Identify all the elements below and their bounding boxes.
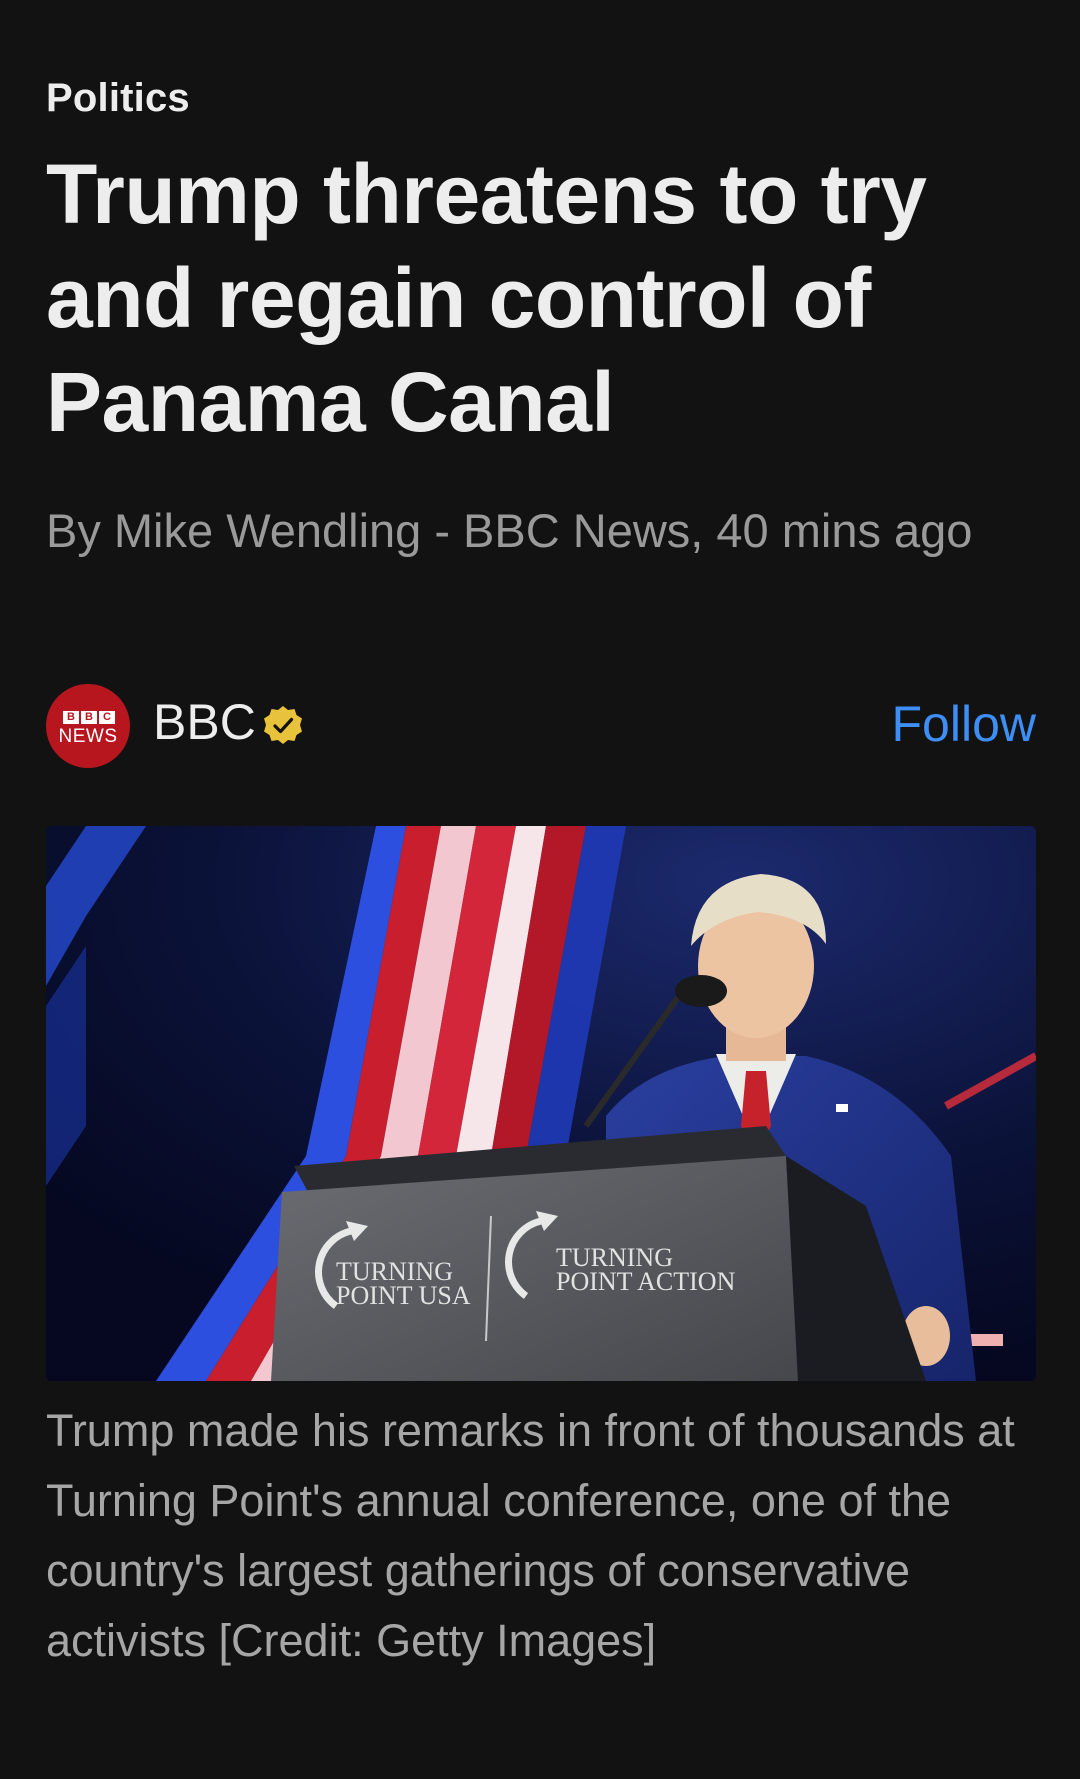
photo-illustration: TURNING POINT USA TURNING POINT ACTION — [46, 826, 1036, 1381]
logo-news-text: NEWS — [58, 726, 118, 747]
verified-badge-icon — [264, 706, 302, 744]
article-photo[interactable]: TURNING POINT USA TURNING POINT ACTION — [46, 826, 1036, 1381]
publisher-name[interactable]: BBC — [153, 690, 256, 754]
publisher-row: BBC NEWS BBC Follow — [46, 684, 1036, 768]
photo-caption: Trump made his remarks in front of thous… — [46, 1405, 1015, 1666]
follow-button[interactable]: Follow — [892, 692, 1036, 756]
headline: Trump threatens to try and regain contro… — [46, 147, 927, 449]
bbc-blocks: BBC — [63, 711, 115, 724]
podium-right-line2: POINT ACTION — [556, 1267, 736, 1296]
bbc-news-logo[interactable]: BBC NEWS — [46, 684, 130, 768]
byline: By Mike Wendling - BBC News, 40 mins ago — [46, 504, 973, 557]
podium-left-line2: POINT USA — [336, 1281, 471, 1310]
category-label[interactable]: Politics — [46, 76, 190, 121]
